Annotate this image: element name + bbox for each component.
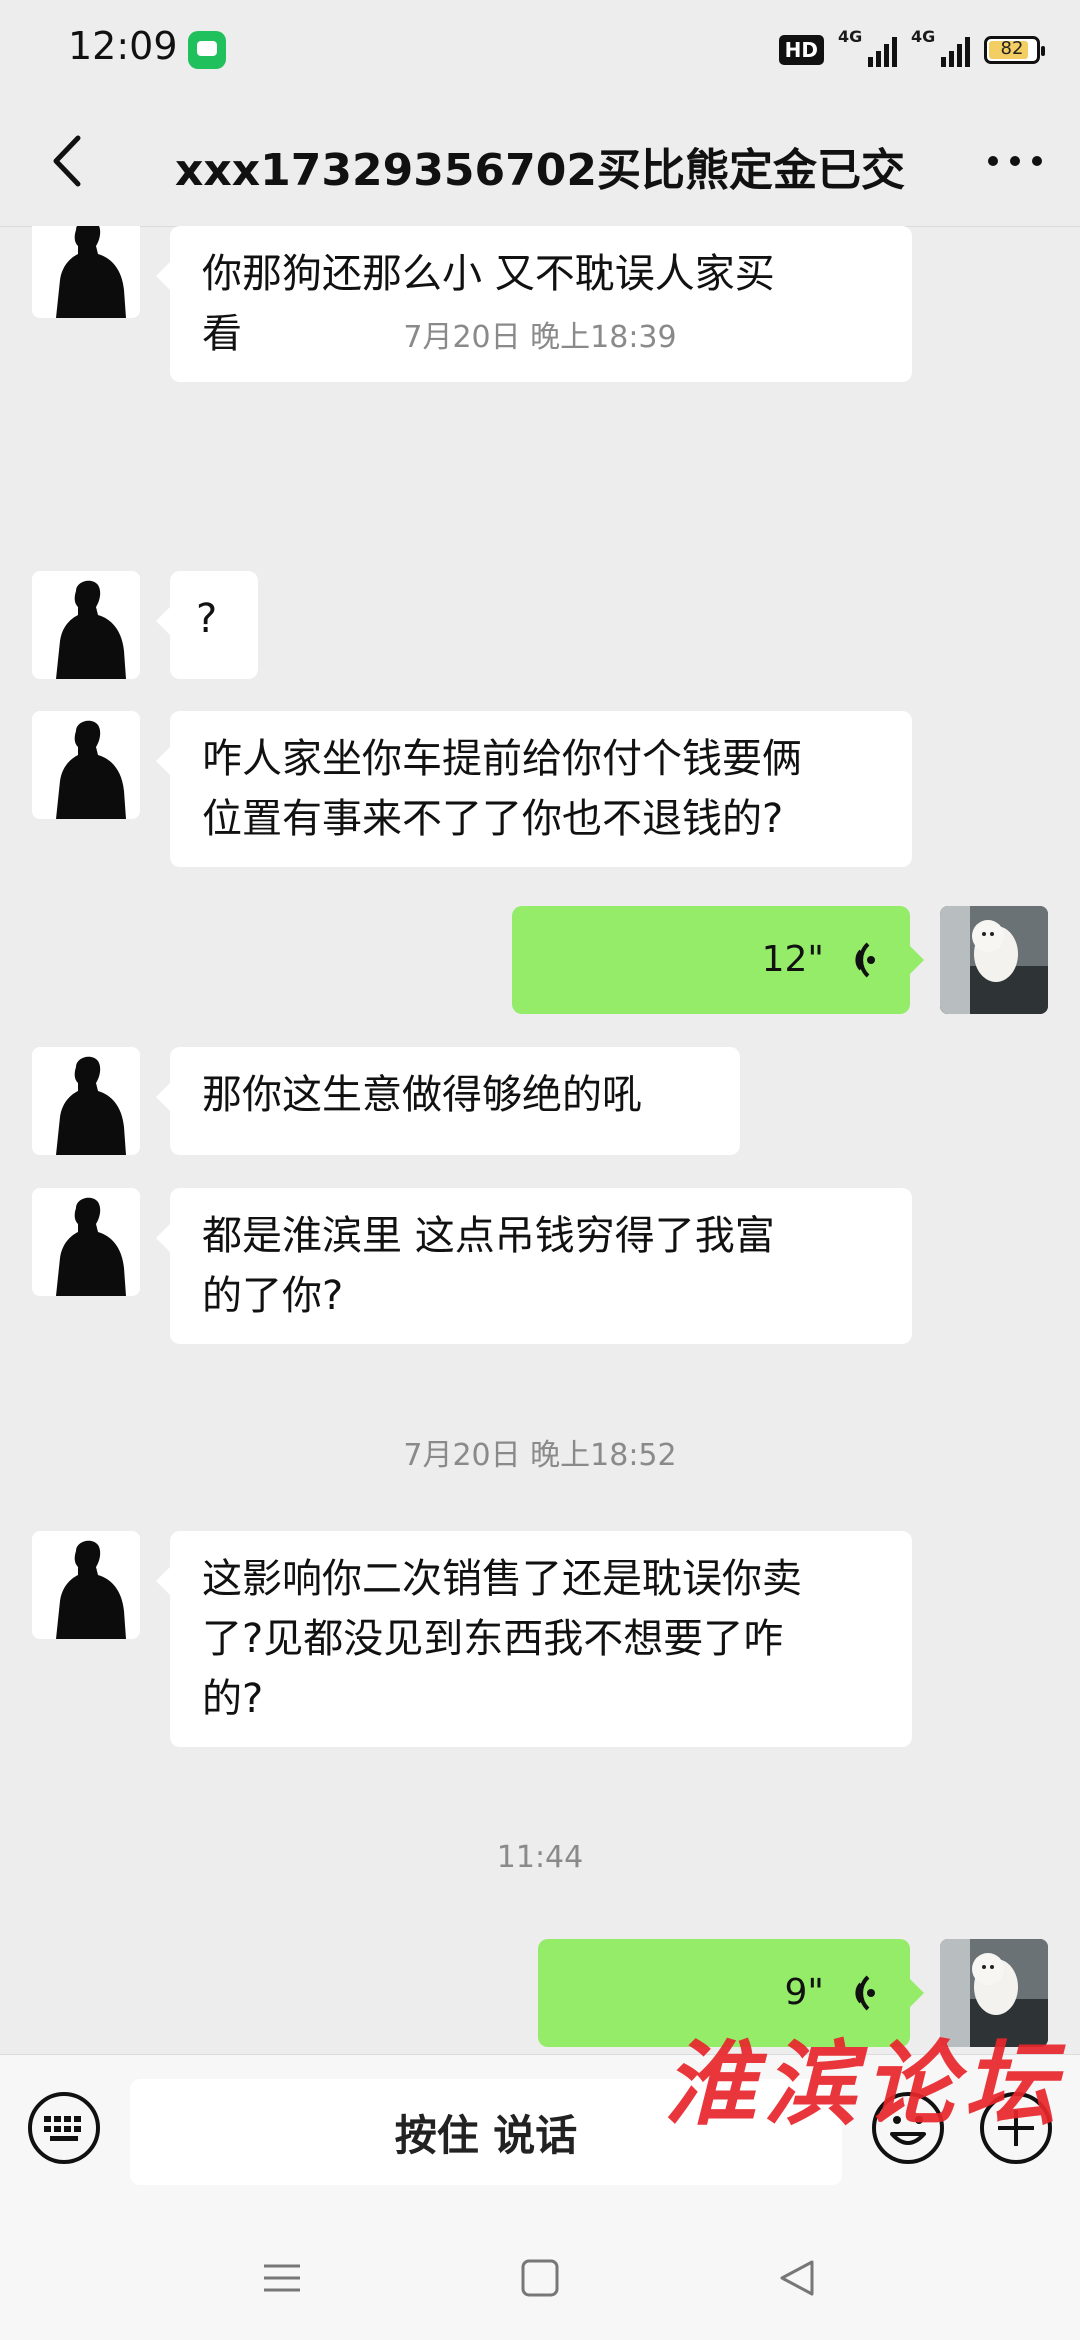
message-line: 的? [202, 1676, 264, 1722]
more-dots-icon [988, 156, 1042, 166]
system-nav-bar [0, 2208, 1080, 2340]
recent-apps-button[interactable] [252, 2248, 312, 2308]
system-back-button[interactable] [768, 2248, 828, 2308]
signal-icon-1: 4G [838, 27, 897, 67]
timestamp: 11:44 [496, 1840, 584, 1875]
message-line: 这影响你二次销售了还是耽误你卖 [202, 1556, 802, 1602]
battery-level: 82 [1000, 38, 1024, 59]
chat-title: xxx17329356702买比熊定金已交 [175, 145, 905, 196]
back-arrow-icon [53, 135, 81, 187]
text-bubble[interactable]: 那你这生意做得够绝的吼 [156, 1047, 740, 1155]
person-silhouette-icon [56, 1197, 126, 1296]
message-line: ? [196, 596, 218, 642]
forum-watermark: 淮滨论坛 [664, 2030, 1065, 2138]
text-bubble[interactable]: 都是淮滨里 这点吊钱穷得了我富 的了你? [156, 1188, 912, 1344]
home-icon [521, 2259, 559, 2297]
message-line: 的了你? [202, 1273, 344, 1319]
contact-avatar[interactable] [32, 1188, 140, 1296]
person-silhouette-icon [56, 580, 126, 679]
contact-avatar[interactable] [32, 226, 140, 318]
text-bubble[interactable]: ? [156, 571, 258, 679]
hd-badge: HD [778, 35, 824, 65]
status-indicators: HD 4G 4G 82 [778, 27, 1045, 72]
voice-wave-icon [855, 1975, 875, 2011]
text-bubble[interactable]: 咋人家坐你车提前给你付个钱要俩 位置有事来不了了你也不退钱的? [156, 711, 912, 867]
status-time: 12:09 [68, 24, 178, 68]
contact-avatar[interactable] [32, 1047, 140, 1155]
message-line: 位置有事来不了了你也不退钱的? [202, 796, 784, 842]
status-bar: 12:09 HD 4G 4G 82 [0, 0, 1080, 100]
person-silhouette-icon [56, 1540, 126, 1639]
menu-icon [264, 2264, 300, 2292]
home-button[interactable] [510, 2248, 570, 2308]
back-triangle-icon [780, 2260, 814, 2296]
keyboard-toggle-button[interactable] [26, 2090, 102, 2166]
voice-duration: 12" [761, 939, 824, 980]
message-line: 咋人家坐你车提前给你付个钱要俩 [202, 736, 802, 782]
timestamp: 7月20日 晚上18:39 [403, 320, 677, 355]
person-silhouette-icon [56, 1056, 126, 1155]
contact-avatar[interactable] [32, 711, 140, 819]
message-line: 了?见都没见到东西我不想要了咋 [202, 1616, 784, 1662]
message-line: 你那狗还那么小 又不耽误人家买 [202, 251, 775, 297]
my-avatar[interactable] [940, 906, 1048, 1014]
white-dog-photo [940, 906, 1048, 1014]
signal-icon-2: 4G [911, 27, 970, 67]
keyboard-icon [28, 2092, 100, 2164]
message-list[interactable]: 你那狗还那么小 又不耽误人家买 看 7月20日 晚上18:39 ? 咋人家坐你车… [0, 226, 1080, 2054]
text-bubble[interactable]: 你那狗还那么小 又不耽误人家买 看 [156, 226, 912, 382]
voice-wave-icon [855, 942, 875, 978]
voice-message-bubble[interactable]: 12" [512, 906, 924, 1014]
contact-avatar[interactable] [32, 1531, 140, 1639]
message-app-icon [188, 31, 226, 69]
message-line: 那你这生意做得够绝的吼 [202, 1072, 642, 1118]
person-silhouette-icon [56, 226, 126, 318]
more-button[interactable] [980, 126, 1050, 196]
person-silhouette-icon [56, 720, 126, 819]
chat-header: xxx17329356702买比熊定金已交 [0, 100, 1080, 227]
message-line: 都是淮滨里 这点吊钱穷得了我富 [202, 1213, 775, 1259]
battery-icon: 82 [984, 36, 1045, 64]
contact-avatar[interactable] [32, 571, 140, 679]
back-button[interactable] [34, 126, 104, 196]
text-bubble[interactable]: 这影响你二次销售了还是耽误你卖 了?见都没见到东西我不想要了咋 的? [156, 1531, 912, 1747]
timestamp: 7月20日 晚上18:52 [403, 1438, 677, 1473]
